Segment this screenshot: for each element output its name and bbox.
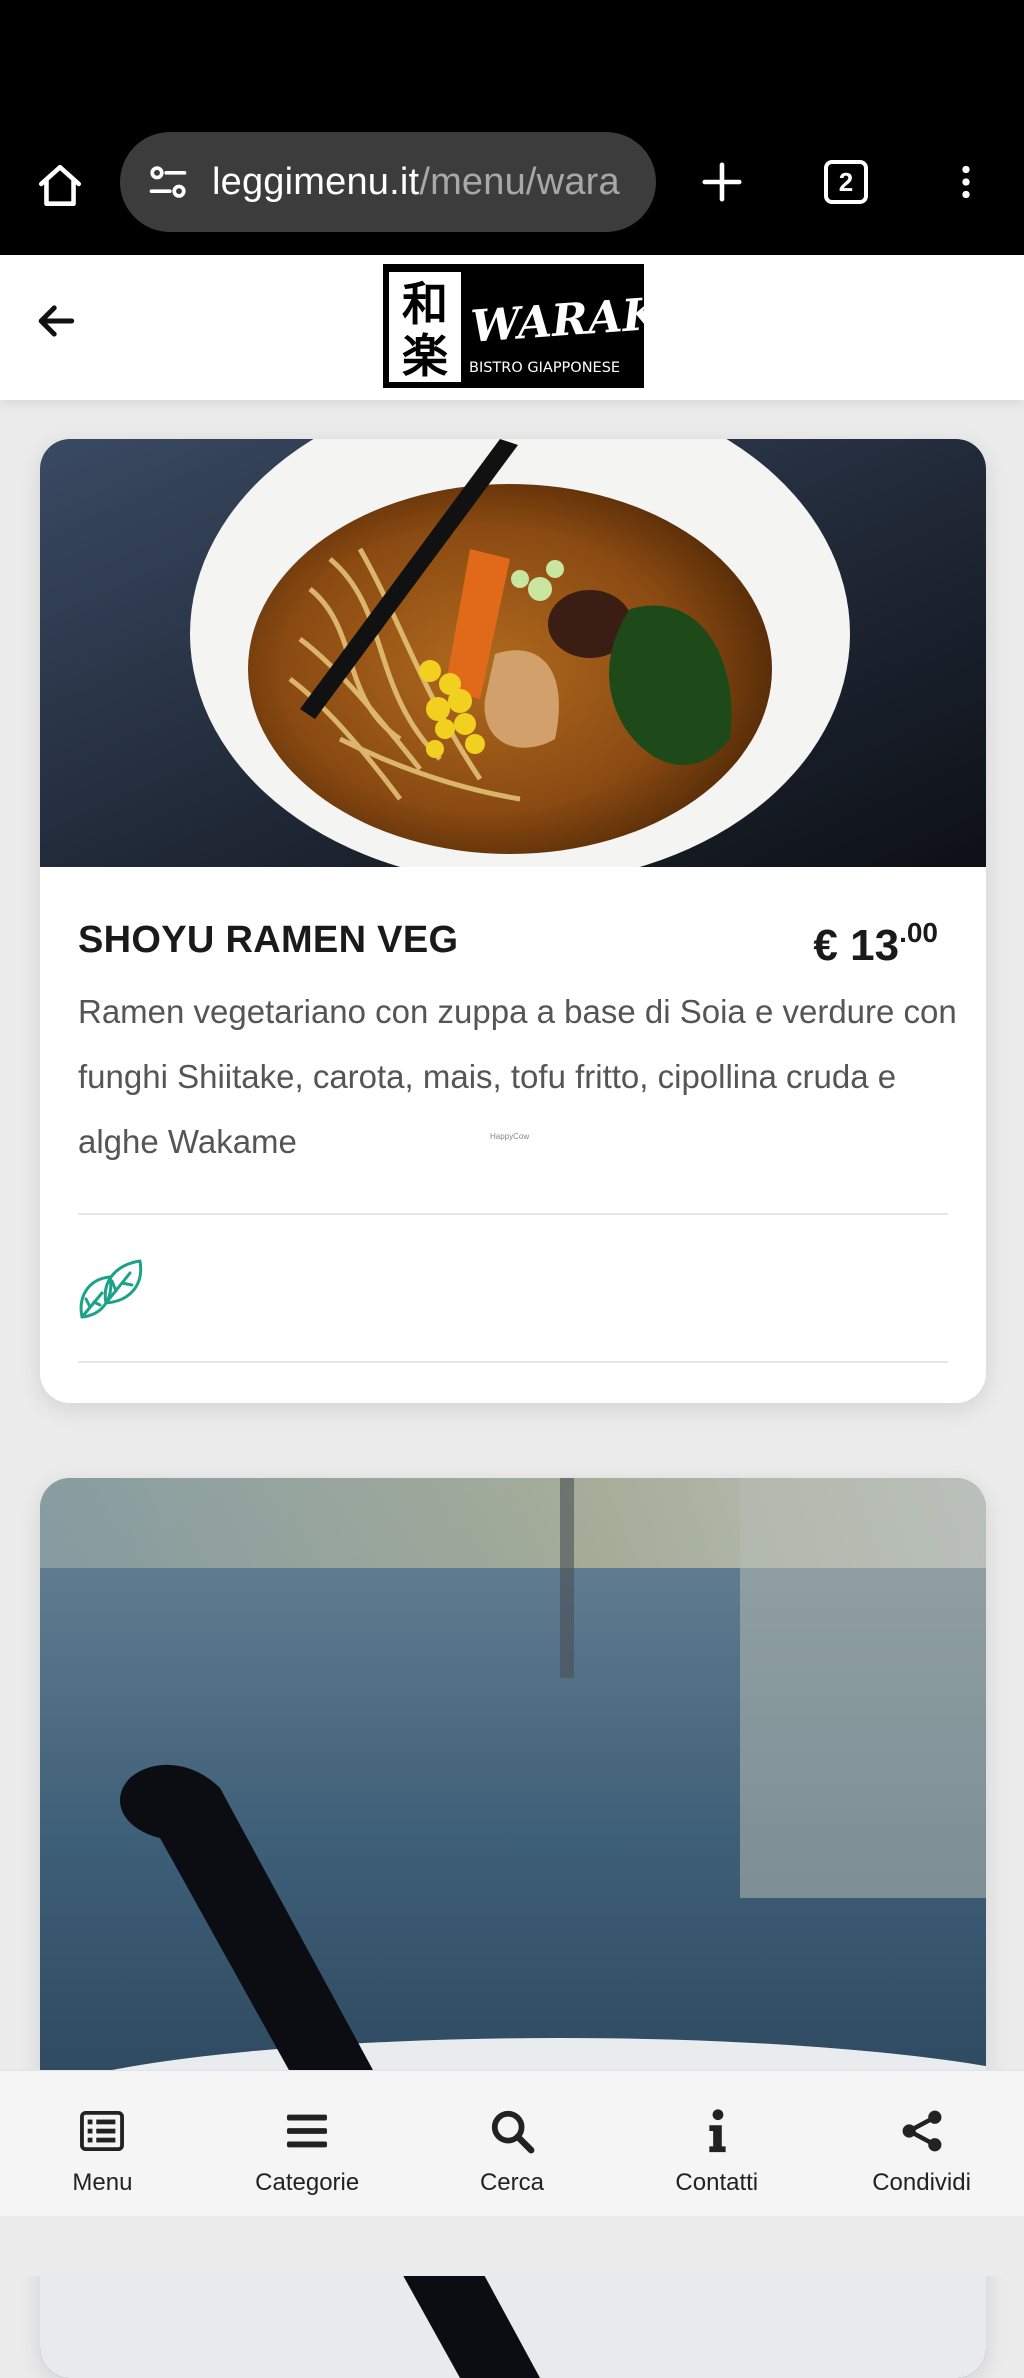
info-icon (709, 2109, 726, 2153)
divider (78, 1213, 948, 1215)
address-bar[interactable]: leggimenu.it/menu/wara (120, 132, 656, 232)
back-button[interactable] (26, 291, 86, 351)
ramen-photo (40, 439, 986, 867)
tabs-icon: 2 (824, 160, 868, 204)
menu-item-card[interactable]: SHOYU RAMEN VEG € 13.00 Ramen vegetarian… (40, 439, 986, 1403)
browser-menu-button[interactable] (928, 144, 1004, 220)
item-title: SHOYU RAMEN VEG (78, 919, 459, 961)
logo-subtitle: BISTRO GIAPPONESE (469, 360, 620, 376)
restaurant-logo[interactable]: 和 楽 WARAKU BISTRO GIAPPONESE (383, 264, 701, 388)
item-description: Ramen vegetariano con zuppa a base di So… (78, 993, 957, 1160)
url-domain: leggimenu.it (212, 160, 420, 203)
nav-contatti[interactable]: Contatti (614, 2071, 819, 2217)
bottom-navigation: Menu Categorie Cerca Contatti Condividi (0, 2070, 1024, 2216)
nav-cerca[interactable]: Cerca (410, 2071, 615, 2217)
url-path: /menu/wara (419, 160, 620, 203)
item-price-main: € 13 (813, 921, 900, 970)
browser-toolbar: leggimenu.it/menu/wara 2 (0, 118, 1024, 255)
arrow-back-icon (38, 305, 75, 337)
divider (78, 1361, 948, 1363)
vegan-leaf-icon (79, 1259, 143, 1319)
nav-label: Categorie (255, 2169, 360, 2196)
nav-condividi[interactable]: Condividi (819, 2071, 1024, 2217)
more-vert-icon (962, 165, 970, 199)
nav-label: Contatti (675, 2169, 759, 2196)
share-icon (902, 2110, 942, 2152)
new-tab-button[interactable] (684, 144, 760, 220)
page-footer-space (0, 2216, 1024, 2276)
search-icon (491, 2110, 535, 2154)
site-settings-icon[interactable] (138, 152, 198, 212)
tab-switcher-button[interactable]: 2 (808, 144, 884, 220)
nav-menu[interactable]: Menu (0, 2071, 205, 2217)
nav-label: Cerca (479, 2169, 544, 2196)
site-header: 和 楽 WARAKU BISTRO GIAPPONESE (0, 255, 1024, 400)
list-icon (80, 2110, 125, 2152)
logo-kanji-1: 和 (402, 277, 448, 331)
item-price: € 13.00 (813, 917, 938, 971)
nav-label: Condividi (872, 2169, 971, 2196)
watermark: HappyCow (490, 1132, 530, 1141)
nav-label: Menu (72, 2169, 133, 2196)
status-bar (0, 0, 1024, 118)
plus-icon (702, 162, 742, 202)
home-button[interactable] (22, 148, 98, 224)
item-price-cents: .00 (899, 917, 938, 948)
nav-categorie[interactable]: Categorie (205, 2071, 410, 2217)
url-text[interactable]: leggimenu.it/menu/wara (212, 161, 620, 204)
home-icon (38, 164, 82, 206)
logo-kanji-2: 楽 (402, 329, 448, 383)
hamburger-icon (287, 2114, 328, 2148)
